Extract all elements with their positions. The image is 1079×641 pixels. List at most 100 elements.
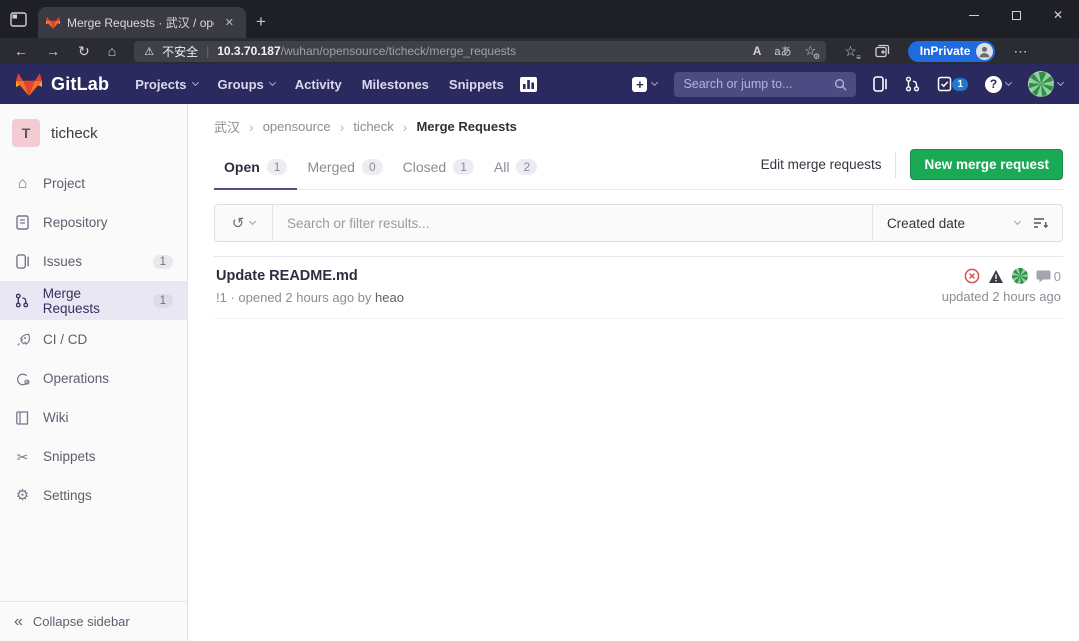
user-menu-button[interactable]	[1028, 71, 1063, 97]
nav-projects[interactable]: Projects	[125, 64, 207, 104]
navbar-merge-requests-button[interactable]	[905, 76, 920, 92]
browser-tab[interactable]: Merge Requests · 武汉 / opensc ✕	[38, 7, 246, 38]
settings-menu-button[interactable]: ⋯	[1013, 43, 1027, 60]
maximize-button[interactable]	[995, 0, 1037, 30]
new-tab-button[interactable]: +	[256, 12, 266, 32]
sidebar-item-settings[interactable]: ⚙ Settings	[0, 476, 187, 515]
tab-merged[interactable]: Merged 0	[297, 150, 392, 190]
breadcrumb-project[interactable]: ticheck	[353, 119, 393, 134]
collections-icon	[875, 44, 890, 58]
mr-title-link[interactable]: Update README.md	[216, 268, 404, 284]
charts-button[interactable]	[514, 77, 543, 92]
sidebar-item-operations[interactable]: Operations	[0, 359, 187, 398]
sort-dropdown[interactable]: Created date	[872, 205, 1034, 241]
main-area: 武汉 › opensource › ticheck › Merge Reques…	[188, 104, 1079, 641]
tab-closed[interactable]: Closed 1	[393, 150, 484, 190]
sidebar-item-project[interactable]: ⌂ Project	[0, 164, 187, 203]
mr-status-icons: 0	[942, 268, 1061, 284]
add-favorite-button[interactable]: ☆⚙	[805, 43, 817, 59]
rocket-icon	[14, 333, 31, 347]
nav-groups[interactable]: Groups	[208, 64, 285, 104]
sort-direction-button[interactable]	[1034, 217, 1062, 229]
sidebar-item-wiki[interactable]: Wiki	[0, 398, 187, 437]
collapse-sidebar-button[interactable]: « Collapse sidebar	[0, 601, 187, 641]
translate-button[interactable]: aあ	[774, 43, 791, 59]
tab-count-badge: 0	[362, 159, 383, 175]
tab-close-button[interactable]: ✕	[221, 14, 238, 31]
nav-activity[interactable]: Activity	[285, 64, 352, 104]
forward-button[interactable]: →	[46, 44, 60, 58]
tab-actions-button[interactable]	[0, 0, 36, 38]
inprivate-badge[interactable]: InPrivate	[908, 41, 996, 62]
url-field[interactable]: ⚠ 不安全 | 10.3.70.187/wuhan/opensource/tic…	[134, 41, 826, 62]
merge-request-list: Update README.md !1 · opened 2 hours ago…	[214, 256, 1063, 319]
recent-searches-button[interactable]: ↺	[215, 205, 273, 241]
maximize-icon	[1012, 11, 1021, 20]
tanuki-icon	[16, 72, 42, 96]
breadcrumb-group[interactable]: 武汉	[214, 117, 240, 136]
pipeline-failed-icon[interactable]	[964, 268, 980, 284]
nav-label: Milestones	[362, 77, 429, 92]
chevron-down-icon	[651, 79, 658, 86]
search-icon	[834, 78, 847, 91]
conflict-warning-icon	[988, 269, 1004, 284]
tab-all[interactable]: All 2	[484, 150, 547, 190]
mr-author-link[interactable]: heao	[375, 290, 404, 305]
new-merge-request-button[interactable]: New merge request	[910, 149, 1063, 180]
home-button[interactable]: ⌂	[108, 44, 116, 58]
new-menu-button[interactable]: +	[632, 77, 657, 92]
forward-icon: →	[46, 43, 60, 59]
navbar-issues-button[interactable]	[873, 76, 888, 92]
breadcrumb-subgroup[interactable]: opensource	[263, 119, 331, 134]
sidebar-item-issues[interactable]: Issues 1	[0, 242, 187, 281]
collections-button[interactable]	[875, 44, 890, 58]
help-button[interactable]: ?	[985, 76, 1011, 93]
merge-request-row[interactable]: Update README.md !1 · opened 2 hours ago…	[214, 257, 1063, 319]
nav-snippets[interactable]: Snippets	[439, 64, 514, 104]
sidebar-item-label: Operations	[43, 371, 109, 386]
assignee-avatar[interactable]	[1012, 268, 1028, 284]
sidebar-item-ci-cd[interactable]: CI / CD	[0, 320, 187, 359]
global-search-input[interactable]	[683, 77, 828, 91]
breadcrumb-separator: ›	[403, 119, 408, 135]
sidebar-item-label: Project	[43, 176, 85, 191]
project-sidebar: T ticheck ⌂ Project Repository	[0, 104, 188, 641]
url-separator: |	[206, 44, 209, 58]
global-search	[674, 72, 856, 97]
sidebar-item-label: Repository	[43, 215, 108, 230]
issues-icon	[14, 254, 31, 269]
bar-chart-icon	[520, 77, 537, 92]
merge-requests-count-badge: 1	[153, 294, 173, 308]
vertical-divider	[895, 152, 896, 178]
mr-comments[interactable]: 0	[1036, 269, 1061, 284]
page-content: T ticheck ⌂ Project Repository	[0, 104, 1079, 641]
tab-open[interactable]: Open 1	[214, 150, 297, 190]
read-aloud-button[interactable]: A	[753, 44, 762, 58]
sidebar-item-repository[interactable]: Repository	[0, 203, 187, 242]
breadcrumb: 武汉 › opensource › ticheck › Merge Reques…	[214, 104, 1063, 136]
todo-count-badge: 1	[952, 78, 968, 91]
sidebar-item-merge-requests[interactable]: Merge Requests 1	[0, 281, 187, 320]
chevron-down-icon	[249, 218, 256, 225]
todos-button[interactable]: 1	[937, 76, 968, 92]
gitlab-logo[interactable]: GitLab	[16, 72, 109, 96]
nav-milestones[interactable]: Milestones	[352, 64, 439, 104]
document-icon	[14, 215, 31, 230]
navbar-right: +	[632, 71, 1063, 97]
tab-label: Closed	[403, 159, 447, 175]
breadcrumb-separator: ›	[340, 119, 345, 135]
close-window-button[interactable]: ✕	[1037, 0, 1079, 30]
refresh-button[interactable]: ↻	[78, 44, 90, 58]
filter-search-input[interactable]	[273, 205, 872, 241]
user-avatar	[1028, 71, 1054, 97]
back-button[interactable]: ←	[14, 44, 28, 58]
favorites-bar-button[interactable]: ☆≡	[844, 43, 857, 60]
tab-title: Merge Requests · 武汉 / opensc	[67, 14, 214, 31]
sidebar-item-label: Issues	[43, 254, 82, 269]
edit-merge-requests-button[interactable]: Edit merge requests	[761, 157, 882, 172]
mr-updated-timestamp: updated 2 hours ago	[942, 289, 1061, 304]
sidebar-item-snippets[interactable]: ✂ Snippets	[0, 437, 187, 476]
sidebar-item-label: Settings	[43, 488, 92, 503]
minimize-button[interactable]	[953, 0, 995, 30]
project-context[interactable]: T ticheck	[0, 104, 187, 164]
